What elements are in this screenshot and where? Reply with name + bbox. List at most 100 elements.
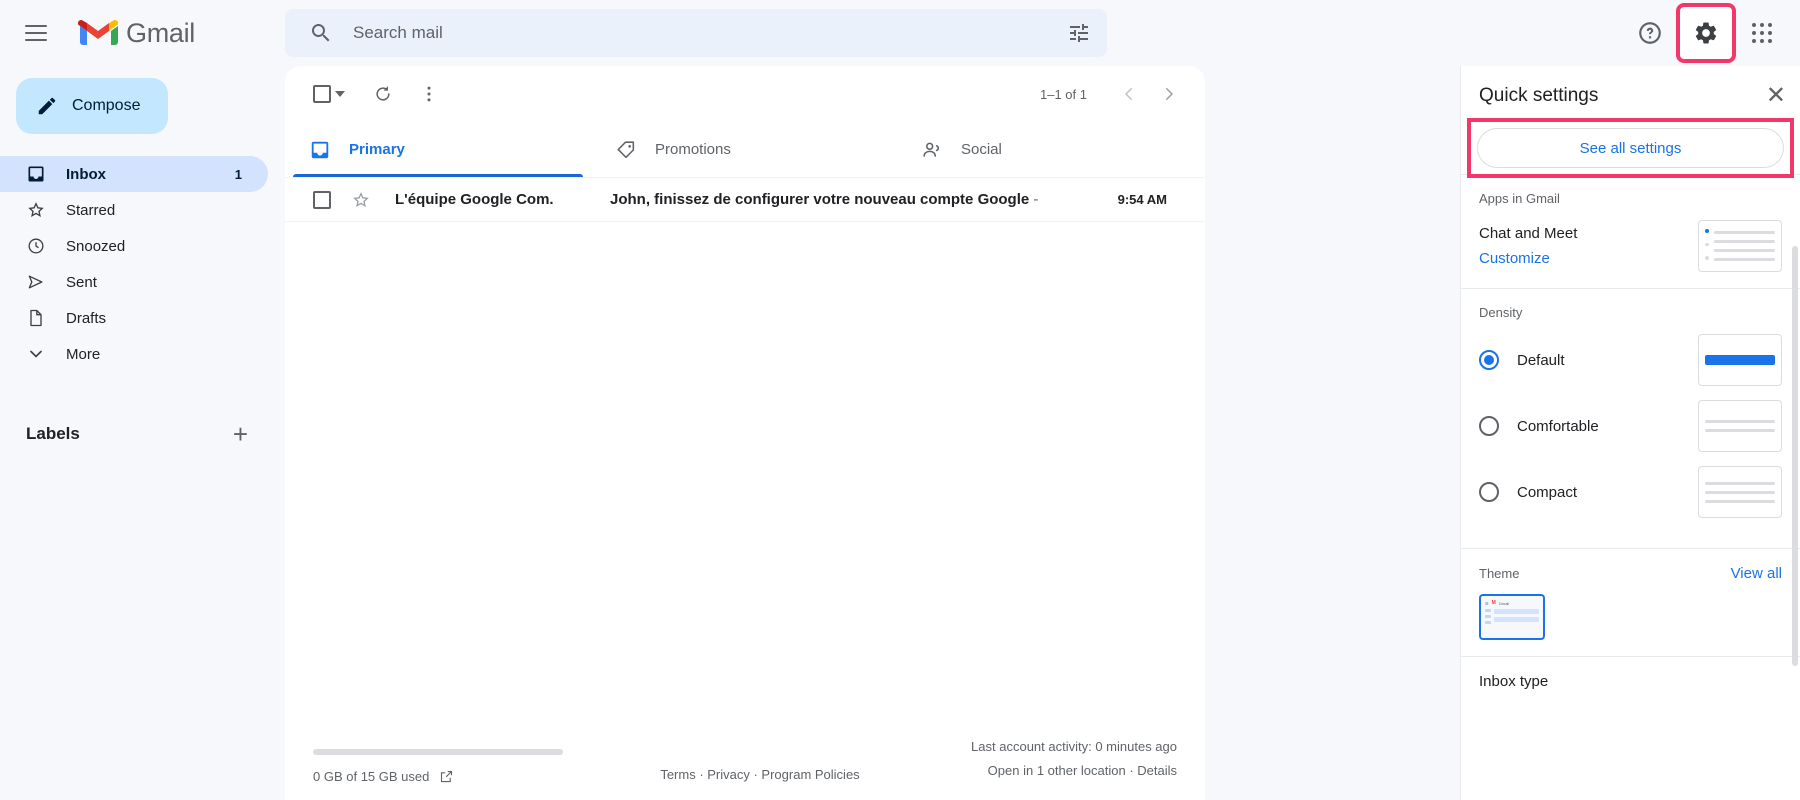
inbox-unread-count: 1 <box>234 166 242 182</box>
settings-button[interactable] <box>1676 3 1736 63</box>
chevron-down-icon <box>30 350 42 358</box>
search-input[interactable] <box>353 23 1067 43</box>
sidebar-item-label: Drafts <box>66 309 107 327</box>
close-icon[interactable]: ✕ <box>1766 84 1786 108</box>
density-default-thumbnail[interactable] <box>1698 334 1782 386</box>
help-icon <box>1639 22 1661 44</box>
theme-thumb-header: ☰ M Gmail <box>1485 600 1539 606</box>
theme-thumb-brand: Gmail <box>1498 600 1510 606</box>
row-checkbox[interactable] <box>313 190 331 209</box>
radio-icon[interactable] <box>1479 416 1499 436</box>
help-button[interactable] <box>1626 9 1674 57</box>
tab-primary[interactable]: Primary <box>285 122 591 177</box>
more-options-button[interactable] <box>409 74 449 114</box>
chevron-right-icon <box>1166 88 1174 100</box>
row-snippet: - <box>1033 191 1039 208</box>
customize-link[interactable]: Customize <box>1479 250 1577 267</box>
apps-in-gmail-section: Apps in Gmail Chat and Meet Customize <box>1461 174 1800 288</box>
storage-text: 0 GB of 15 GB used <box>313 769 430 784</box>
density-comfortable-thumbnail[interactable] <box>1698 400 1782 452</box>
clock-icon <box>28 238 44 254</box>
tab-promotions[interactable]: Promotions <box>591 122 897 177</box>
compose-label: Compose <box>72 97 141 114</box>
search-bar[interactable] <box>285 9 1107 57</box>
refresh-button[interactable] <box>363 74 403 114</box>
apps-grid-icon <box>1752 23 1772 43</box>
sidebar-item-snoozed[interactable]: Snoozed <box>0 228 278 264</box>
tab-label: Social <box>961 141 1002 158</box>
chat-and-meet-label: Chat and Meet <box>1479 225 1578 242</box>
mail-list-panel: 1–1 of 1 Primary Promotions Social L'équ… <box>285 66 1205 746</box>
pagination-count: 1–1 of 1 <box>1040 86 1087 102</box>
open-in-new-icon[interactable] <box>439 769 454 784</box>
density-section: Density Default Comfortable Compact <box>1461 288 1800 548</box>
footer-links[interactable]: Terms · Privacy · Program Policies <box>643 767 877 784</box>
row-subject: John, finissez de configurer votre nouve… <box>610 191 1118 208</box>
row-sender: L'équipe Google Com. <box>395 191 554 208</box>
hamburger-icon[interactable] <box>12 9 60 57</box>
section-title: Apps in Gmail <box>1479 191 1560 206</box>
inbox-icon <box>28 166 44 182</box>
quick-settings-scrollbar[interactable] <box>1792 246 1798 666</box>
gmail-m-icon: M <box>1491 600 1496 606</box>
radio-icon[interactable] <box>1479 482 1499 502</box>
sidebar-item-drafts[interactable]: Drafts <box>0 300 278 336</box>
density-compact-thumbnail[interactable] <box>1698 466 1782 518</box>
chevron-down-icon <box>335 91 345 97</box>
sidebar-item-more[interactable]: More <box>0 336 278 372</box>
section-title: Density <box>1479 305 1523 320</box>
chevron-left-icon <box>1124 88 1132 100</box>
theme-preview-thumbnail[interactable]: ☰ M Gmail <box>1479 594 1545 640</box>
storage-bar <box>313 749 563 755</box>
table-row[interactable]: L'équipe Google Com. John, finissez de c… <box>285 178 1205 222</box>
hamburger-icon: ☰ <box>1485 600 1489 606</box>
section-title: Theme <box>1479 566 1520 581</box>
star-icon[interactable] <box>351 190 371 210</box>
density-option-compact[interactable]: Compact <box>1479 466 1782 518</box>
tab-label: Primary <box>349 141 405 158</box>
prev-page-button[interactable] <box>1109 74 1149 114</box>
plus-icon[interactable]: + <box>233 421 248 447</box>
radio-icon[interactable] <box>1479 350 1499 370</box>
mail-list-toolbar: 1–1 of 1 <box>285 66 1205 122</box>
top-bar: Gmail <box>0 0 1800 66</box>
tab-social[interactable]: Social <box>897 122 1203 177</box>
see-all-settings-button[interactable]: See all settings <box>1477 128 1784 168</box>
labels-title: Labels <box>26 424 80 443</box>
send-icon <box>28 275 43 289</box>
top-bar-actions <box>1626 0 1786 66</box>
sidebar: Compose Inbox 1 Starred Snoozed Sent Dra… <box>0 66 278 800</box>
next-page-button[interactable] <box>1149 74 1189 114</box>
sidebar-item-starred[interactable]: Starred <box>0 192 278 228</box>
gmail-app: Gmail Search mail Compose Inbox 1 Starre… <box>0 0 1800 800</box>
density-label: Default <box>1517 351 1565 369</box>
pencil-icon <box>38 97 56 115</box>
density-label: Comfortable <box>1517 417 1599 435</box>
search-icon <box>312 24 330 42</box>
draft-icon <box>30 309 42 327</box>
density-label: Compact <box>1517 483 1578 501</box>
density-option-comfortable[interactable]: Comfortable <box>1479 400 1782 452</box>
compose-button[interactable]: Compose <box>16 78 168 134</box>
chat-meet-preview-thumbnail[interactable] <box>1698 220 1782 272</box>
sidebar-item-sent[interactable]: Sent <box>0 264 278 300</box>
account-activity: Last account activity: 0 minutes ago Ope… <box>877 735 1177 784</box>
gmail-logo: Gmail <box>78 18 195 49</box>
tab-label: Promotions <box>655 141 731 158</box>
row-time: 9:54 AM <box>1117 192 1167 207</box>
view-all-themes-link[interactable]: View all <box>1731 565 1782 582</box>
tune-icon[interactable] <box>1067 21 1091 45</box>
sidebar-item-inbox[interactable]: Inbox 1 <box>0 156 268 192</box>
gmail-m-icon <box>78 20 118 45</box>
sidebar-item-label: Starred <box>66 201 116 219</box>
inbox-type-section: Inbox type <box>1461 656 1800 706</box>
section-title: Inbox type <box>1479 673 1549 690</box>
density-option-default[interactable]: Default <box>1479 334 1782 386</box>
select-all-checkbox[interactable] <box>313 85 345 103</box>
google-apps-button[interactable] <box>1738 9 1786 57</box>
activity-line-2[interactable]: Open in 1 other location · Details <box>877 759 1177 784</box>
mail-footer: 0 GB of 15 GB used Terms · Privacy · Pro… <box>285 680 1205 800</box>
theme-section: Theme View all ☰ M Gmail <box>1461 548 1800 656</box>
refresh-icon <box>376 86 390 101</box>
storage-section: 0 GB of 15 GB used <box>313 749 643 784</box>
